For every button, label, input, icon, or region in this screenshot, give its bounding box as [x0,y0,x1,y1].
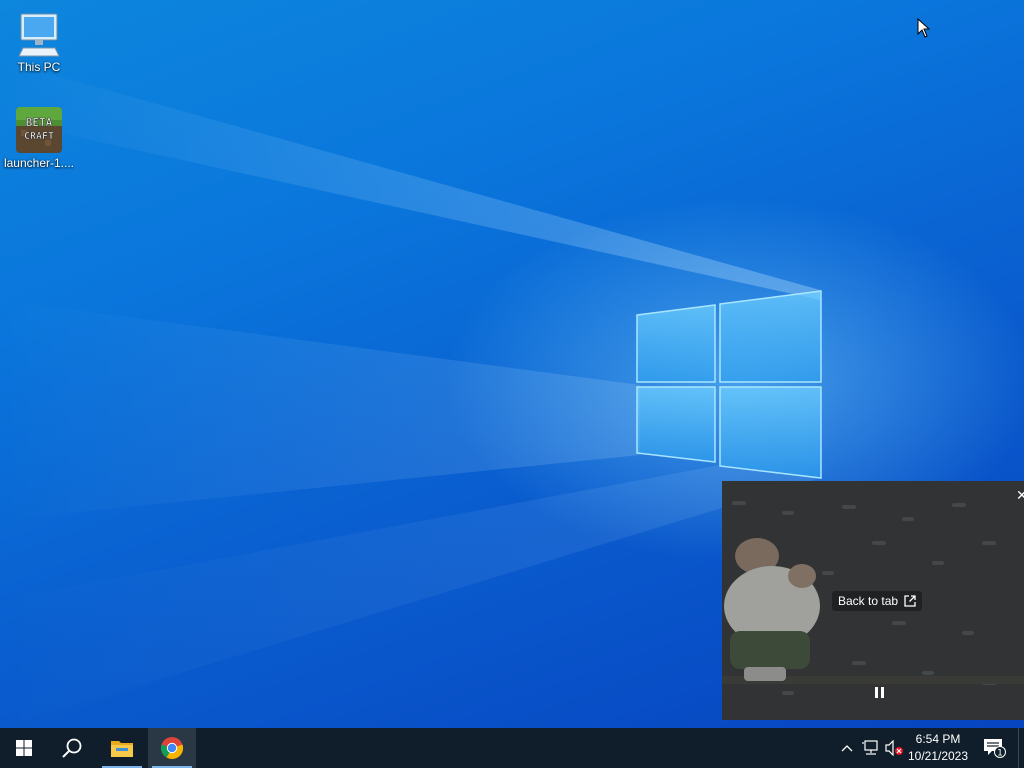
back-to-tab-label: Back to tab [838,594,899,608]
desktop[interactable]: This PC BETA CRAFT launcher-1.... Back t… [0,0,1024,728]
volume-muted-icon[interactable] [885,738,905,758]
taskbar-chrome[interactable] [148,728,196,768]
show-desktop-button[interactable] [1018,728,1024,768]
windows-logo-wallpaper [636,290,822,479]
notification-count: 1 [997,749,1003,759]
clock-time: 6:54 PM [915,732,961,746]
taskbar-file-explorer[interactable] [98,728,146,768]
svg-text:CRAFT: CRAFT [24,131,54,142]
notification-center-button[interactable]: 1 [982,738,1008,758]
windows-logo-icon [16,740,32,756]
computer-icon [18,13,60,57]
back-to-tab-button[interactable]: Back to tab [832,591,923,611]
desktop-icon-label: This PC [17,60,61,74]
picture-in-picture-window[interactable]: Back to tab ✕ [722,481,1024,720]
taskbar: 6:54 PM 10/21/2023 1 [0,728,1024,768]
mouse-cursor-icon [917,18,931,38]
chevron-up-icon[interactable] [837,738,857,758]
clock-date: 10/21/2023 [907,749,969,763]
network-icon[interactable] [861,738,881,758]
close-icon[interactable]: ✕ [1016,487,1024,503]
betacraft-icon: BETA CRAFT [16,107,62,153]
desktop-icon-label: launcher-1.... [3,156,75,170]
search-icon [62,738,82,758]
chrome-icon [160,737,184,760]
pause-icon[interactable] [873,686,887,700]
folder-icon [111,741,133,757]
svg-text:BETA: BETA [26,116,53,129]
notification-icon: 1 [984,739,1006,759]
desktop-icon-launcher[interactable]: BETA CRAFT launcher-1.... [1,106,77,170]
external-link-icon [904,595,916,607]
search-button[interactable] [48,728,96,768]
taskbar-clock[interactable]: 6:54 PM 10/21/2023 [905,731,971,765]
start-button[interactable] [0,728,48,768]
desktop-icon-this-pc[interactable]: This PC [1,10,77,74]
